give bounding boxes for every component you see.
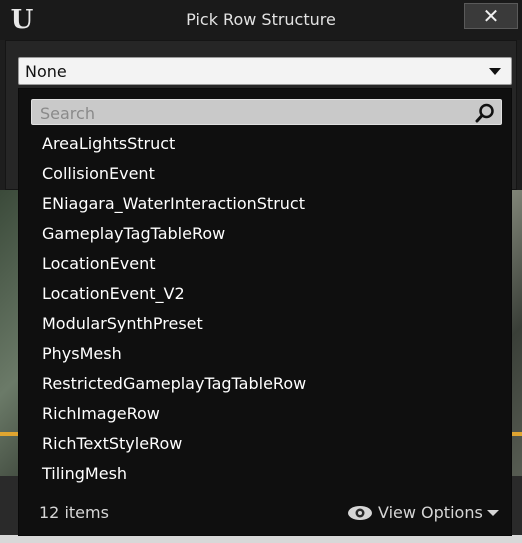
list-item[interactable]: LocationEvent_V2 — [19, 279, 513, 309]
structure-list: AreaLightsStruct CollisionEvent ENiagara_W… — [19, 129, 513, 489]
eye-icon — [348, 506, 372, 520]
window-title: Pick Row Structure — [186, 10, 336, 29]
list-item[interactable]: RestrictedGameplayTagTableRow — [19, 369, 513, 399]
structure-picker-popup: AreaLightsStructCollisionEventENiagara_W… — [18, 88, 512, 536]
list-item[interactable]: PhysMesh — [19, 339, 513, 369]
chevron-down-icon — [489, 68, 501, 75]
dropdown-value: None — [25, 62, 67, 81]
search-icon[interactable] — [475, 103, 495, 123]
search-input[interactable] — [38, 102, 462, 124]
list-item[interactable]: LocationEvent — [19, 249, 513, 279]
chevron-down-icon — [487, 510, 499, 516]
list-item[interactable]: CollisionEvent — [19, 159, 513, 189]
title-bar: U Pick Row Structure ✕ — [0, 0, 522, 40]
list-item[interactable]: RichImageRow — [19, 399, 513, 429]
item-count: 12 items — [39, 503, 109, 522]
list-item[interactable]: ENiagara_WaterInteractionStruct — [19, 189, 513, 219]
list-item[interactable]: AreaLightsStruct — [19, 129, 513, 159]
search-box[interactable] — [31, 99, 502, 125]
list-item[interactable]: GameplayTagTableRow — [19, 219, 513, 249]
view-options-label: View Options — [378, 503, 483, 522]
list-item[interactable]: TilingMesh — [19, 459, 513, 489]
picker-footer: 12 items View Options — [19, 493, 513, 537]
row-structure-dropdown[interactable]: None — [18, 57, 512, 85]
list-item[interactable]: RichTextStyleRow — [19, 429, 513, 459]
close-button[interactable]: ✕ — [464, 3, 518, 29]
list-item[interactable]: ModularSynthPreset — [19, 309, 513, 339]
